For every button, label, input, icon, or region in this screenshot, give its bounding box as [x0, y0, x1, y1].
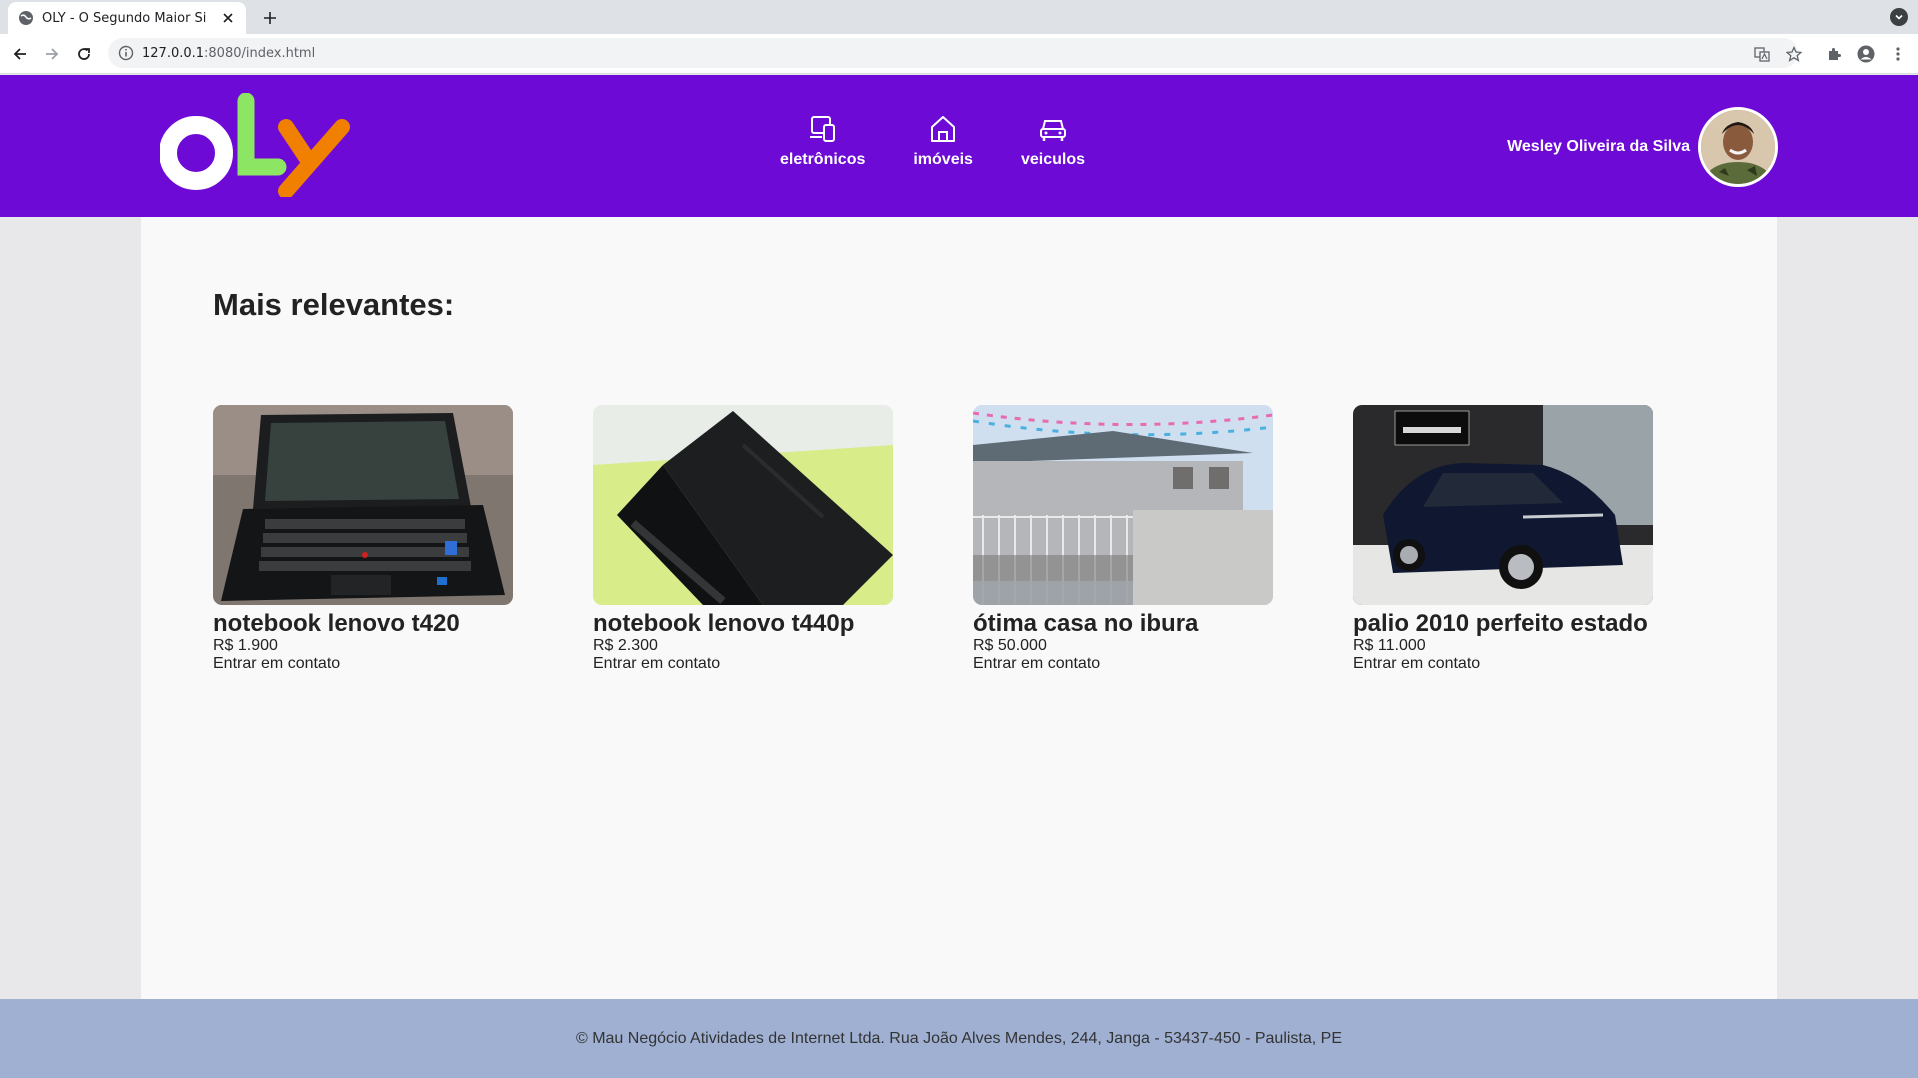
extensions-icon[interactable]: [1822, 42, 1846, 66]
globe-icon: [19, 11, 33, 25]
bookmark-star-icon[interactable]: [1782, 42, 1806, 66]
contact-link[interactable]: Entrar em contato: [593, 655, 893, 673]
contact-link[interactable]: Entrar em contato: [973, 655, 1273, 673]
product-title[interactable]: palio 2010 perfeito estado: [1353, 611, 1653, 637]
tab-search-icon[interactable]: [1890, 8, 1908, 26]
close-tab-icon[interactable]: [220, 10, 236, 26]
forward-arrow-icon[interactable]: [40, 42, 64, 66]
product-card[interactable]: palio 2010 perfeito estado R$ 11.000 Ent…: [1353, 405, 1653, 673]
product-price: R$ 50.000: [973, 637, 1047, 654]
site-header: eletrônicos imóveis veiculos Wesley Oliv…: [0, 75, 1918, 217]
footer-text: © Mau Negócio Atividades de Internet Ltd…: [575, 1029, 1343, 1047]
avatar[interactable]: [1698, 107, 1778, 187]
product-title[interactable]: notebook lenovo t420: [213, 611, 513, 637]
product-price: R$ 1.900: [213, 637, 278, 654]
product-title[interactable]: notebook lenovo t440p: [593, 611, 893, 637]
product-price: R$ 2.300: [593, 637, 658, 654]
product-card[interactable]: notebook lenovo t440p R$ 2.300 Entrar em…: [593, 405, 893, 673]
reload-icon[interactable]: [72, 42, 96, 66]
nav-label-imoveis: imóveis: [913, 151, 973, 168]
tab-title: OLY - O Segundo Maior Si: [42, 10, 207, 26]
product-title[interactable]: ótima casa no ibura: [973, 611, 1273, 637]
product-image-house[interactable]: [973, 405, 1273, 605]
contact-link[interactable]: Entrar em contato: [1353, 655, 1653, 673]
nav-label-eletronicos: eletrônicos: [780, 151, 866, 168]
new-tab-icon[interactable]: [258, 6, 282, 30]
product-card[interactable]: ótima casa no ibura R$ 50.000 Entrar em …: [973, 405, 1273, 673]
product-list: notebook lenovo t420 R$ 1.900 Entrar em …: [213, 405, 1653, 673]
product-card[interactable]: notebook lenovo t420 R$ 1.900 Entrar em …: [213, 405, 513, 673]
category-nav: eletrônicos imóveis veiculos: [780, 113, 1085, 169]
profile-icon[interactable]: [1854, 42, 1878, 66]
browser-tab-bar: OLY - O Segundo Maior Si: [0, 0, 1918, 34]
product-image-laptop[interactable]: [593, 405, 893, 605]
nav-item-eletronicos[interactable]: eletrônicos: [780, 113, 865, 169]
product-image-car[interactable]: [1353, 405, 1653, 605]
info-icon[interactable]: [118, 45, 134, 61]
browser-menu-icon[interactable]: [1886, 42, 1910, 66]
url-text: 127.0.0.1:8080/index.html: [142, 45, 316, 61]
nav-item-imoveis[interactable]: imóveis: [913, 113, 973, 169]
site-footer: © Mau Negócio Atividades de Internet Ltd…: [0, 999, 1918, 1078]
car-icon: [1039, 120, 1066, 141]
translate-icon[interactable]: [1750, 42, 1774, 66]
main-content: Mais relevantes: notebook lenovo t420 R$…: [141, 217, 1777, 999]
oly-logo[interactable]: [160, 93, 350, 197]
user-name: Wesley Oliveira da Silva: [1507, 138, 1690, 155]
browser-tab[interactable]: OLY - O Segundo Maior Si: [8, 2, 246, 34]
page: eletrônicos imóveis veiculos Wesley Oliv…: [0, 75, 1918, 1078]
home-icon: [931, 116, 956, 142]
nav-label-veiculos: veiculos: [1020, 151, 1085, 168]
contact-link[interactable]: Entrar em contato: [213, 655, 513, 673]
address-bar[interactable]: 127.0.0.1:8080/index.html: [108, 38, 1798, 68]
browser-toolbar: 127.0.0.1:8080/index.html: [0, 34, 1918, 74]
section-title: Mais relevantes:: [213, 287, 455, 322]
nav-item-veiculos[interactable]: veiculos: [1021, 113, 1085, 169]
back-arrow-icon[interactable]: [8, 42, 32, 66]
product-image-laptop[interactable]: [213, 405, 513, 605]
product-price: R$ 11.000: [1353, 637, 1426, 654]
user-menu[interactable]: Wesley Oliveira da Silva: [1507, 107, 1778, 187]
devices-icon: [809, 116, 835, 142]
